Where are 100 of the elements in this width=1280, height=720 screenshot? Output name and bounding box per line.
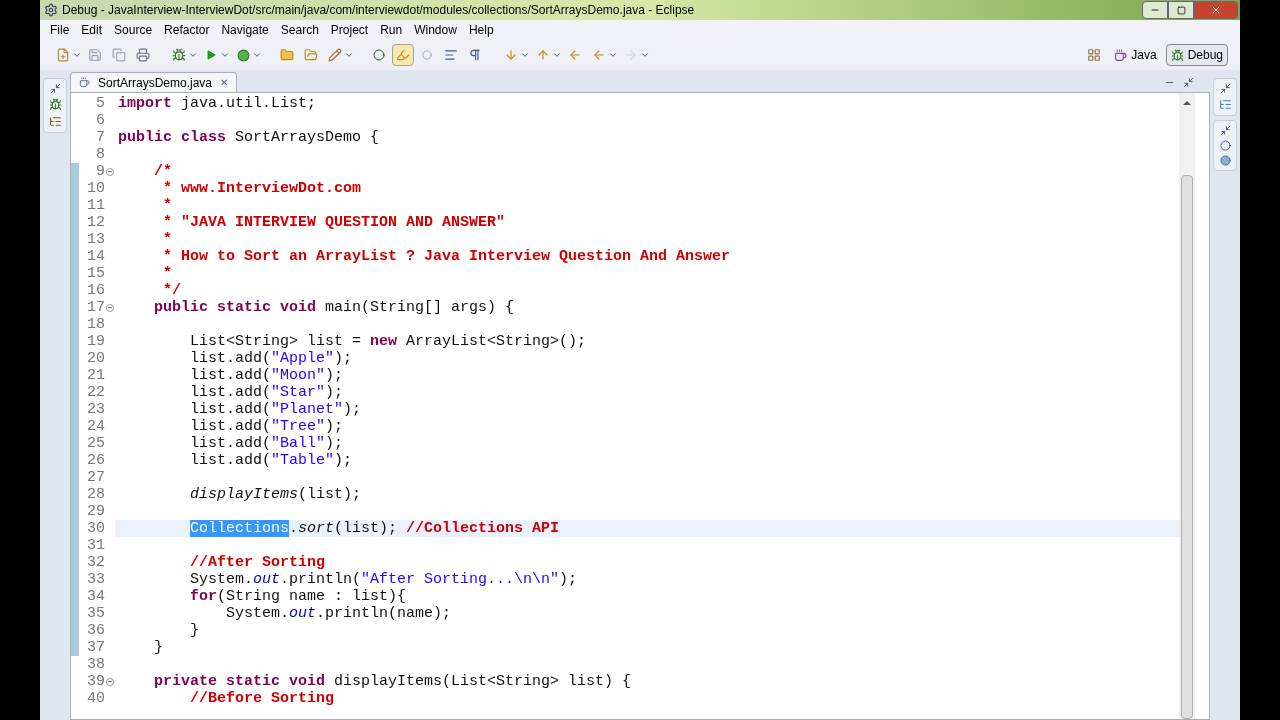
code-line: */ <box>162 282 181 299</box>
line-number: 20 <box>86 350 105 367</box>
line-number: 38 <box>86 656 105 673</box>
line-number: 24 <box>86 418 105 435</box>
menu-item[interactable]: Edit <box>75 21 109 39</box>
perspective-button[interactable]: Java <box>1109 44 1162 66</box>
code-line: list.add("Moon"); <box>189 367 344 384</box>
line-number: 32 <box>86 554 105 571</box>
minimize-button[interactable] <box>1142 1 1168 19</box>
menu-item[interactable]: Help <box>462 21 500 39</box>
code-line: * <box>162 231 172 248</box>
line-number: 25 <box>86 435 105 452</box>
line-number: 12 <box>86 214 105 231</box>
code-line: * www.InterviewDot.com <box>162 180 362 197</box>
dropdown-caret-icon[interactable] <box>552 50 562 60</box>
menu-item[interactable]: Window <box>408 21 463 39</box>
bug-icon <box>1170 48 1184 62</box>
line-number: 27 <box>86 469 105 486</box>
perspective-button[interactable]: Debug <box>1165 44 1228 66</box>
menu-item[interactable]: Run <box>374 21 409 39</box>
code-line: public static void main(String[] args) { <box>153 299 515 316</box>
line-number: 23 <box>86 401 105 418</box>
line-number: 22 <box>86 384 105 401</box>
editor-tab[interactable]: SortArraysDemo.java ✕ <box>70 72 238 92</box>
highlight-toggle-icon[interactable] <box>392 44 414 66</box>
menu-item[interactable]: Refactor <box>158 21 216 39</box>
dropdown-caret-icon[interactable] <box>344 50 354 60</box>
line-number: 17 <box>86 299 105 316</box>
line-number: 34 <box>86 588 105 605</box>
line-number: 31 <box>86 537 105 554</box>
menu-item[interactable]: Navigate <box>215 21 275 39</box>
line-number: 35 <box>86 605 105 622</box>
dropdown-caret-icon[interactable] <box>188 50 198 60</box>
maximize-icon[interactable] <box>1183 77 1194 88</box>
code-line: list.add("Ball"); <box>189 435 344 452</box>
cup-icon <box>1114 48 1128 62</box>
code-line: list.add("Tree"); <box>189 418 344 435</box>
line-number: 36 <box>86 622 105 639</box>
java-file-icon <box>79 77 90 88</box>
code-line: System.out.println("After Sorting...\n\n"); <box>189 571 578 588</box>
dropdown-caret-icon[interactable] <box>252 50 262 60</box>
code-line: list.add("Star"); <box>189 384 344 401</box>
code-line: //Before Sorting <box>189 690 335 707</box>
code-line: //After Sorting <box>189 554 326 571</box>
line-number: 9 <box>95 163 105 180</box>
code-line: System.out.println(name); <box>225 605 452 622</box>
window-title: Debug - JavaInterview-InterviewDot/src/main/java/com/interviewdot/modules/collections/SortArraysDemo.java - Eclipse <box>62 2 695 19</box>
code-line: * How to Sort an ArrayList ? Java Interview Question And Answer <box>162 248 731 265</box>
line-number: 19 <box>86 333 105 350</box>
menu-item[interactable]: Project <box>324 21 375 39</box>
app-icon <box>44 3 58 17</box>
code-line: public class SortArraysDemo { <box>118 129 380 146</box>
code-line: Collections.sort(list); //Collections API <box>189 520 560 537</box>
scrollbar[interactable] <box>1179 93 1195 719</box>
dropdown-caret-icon[interactable] <box>640 50 650 60</box>
close-button[interactable] <box>1194 1 1238 19</box>
code-line: } <box>189 622 199 639</box>
line-number: 10 <box>86 180 105 197</box>
code-line: * <box>162 265 172 282</box>
bug-icon[interactable] <box>48 98 62 111</box>
line-number: 16 <box>86 282 105 299</box>
dropdown-caret-icon[interactable] <box>520 50 530 60</box>
code-line: list.add("Apple"); <box>189 350 353 367</box>
restore-icon[interactable] <box>49 83 61 94</box>
line-number: 28 <box>86 486 105 503</box>
tab-close-icon[interactable]: ✕ <box>220 75 229 90</box>
dropdown-caret-icon[interactable] <box>72 50 82 60</box>
menu-item[interactable]: Source <box>108 21 159 39</box>
line-number: 15 <box>86 265 105 282</box>
line-number: 6 <box>95 112 105 129</box>
code-line: list.add("Table"); <box>189 452 353 469</box>
line-number: 26 <box>86 452 105 469</box>
tree-icon[interactable] <box>48 115 62 128</box>
code-line: * <box>162 197 172 214</box>
line-number: 7 <box>95 129 105 146</box>
restore-icon[interactable] <box>1219 83 1231 94</box>
line-number: 37 <box>86 639 105 656</box>
line-number: 13 <box>86 231 105 248</box>
code-line: } <box>153 639 163 656</box>
line-number: 40 <box>86 690 105 707</box>
restore-icon[interactable] <box>1219 125 1231 136</box>
code-line: displayItems(list); <box>189 486 362 503</box>
code-line: List<String> list = new ArrayList<String>(); <box>189 333 587 350</box>
menu-item[interactable]: File <box>44 21 76 39</box>
menu-item[interactable]: Search <box>274 21 325 39</box>
line-number: 30 <box>86 520 105 537</box>
line-number: 18 <box>86 316 105 333</box>
line-number: 21 <box>86 367 105 384</box>
code-line: /* <box>153 163 172 180</box>
line-number: 11 <box>86 197 105 214</box>
line-number: 33 <box>86 571 105 588</box>
maximize-button[interactable] <box>1168 1 1194 19</box>
code-line: for(String name : list){ <box>189 588 407 605</box>
code-line: * "JAVA INTERVIEW QUESTION AND ANSWER" <box>162 214 506 231</box>
dropdown-caret-icon[interactable] <box>220 50 230 60</box>
line-number: 39 <box>86 673 105 690</box>
line-number: 5 <box>95 95 105 112</box>
code-line: import java.util.List; <box>118 95 317 112</box>
outline-icon[interactable] <box>1218 98 1232 111</box>
dropdown-caret-icon[interactable] <box>608 50 618 60</box>
